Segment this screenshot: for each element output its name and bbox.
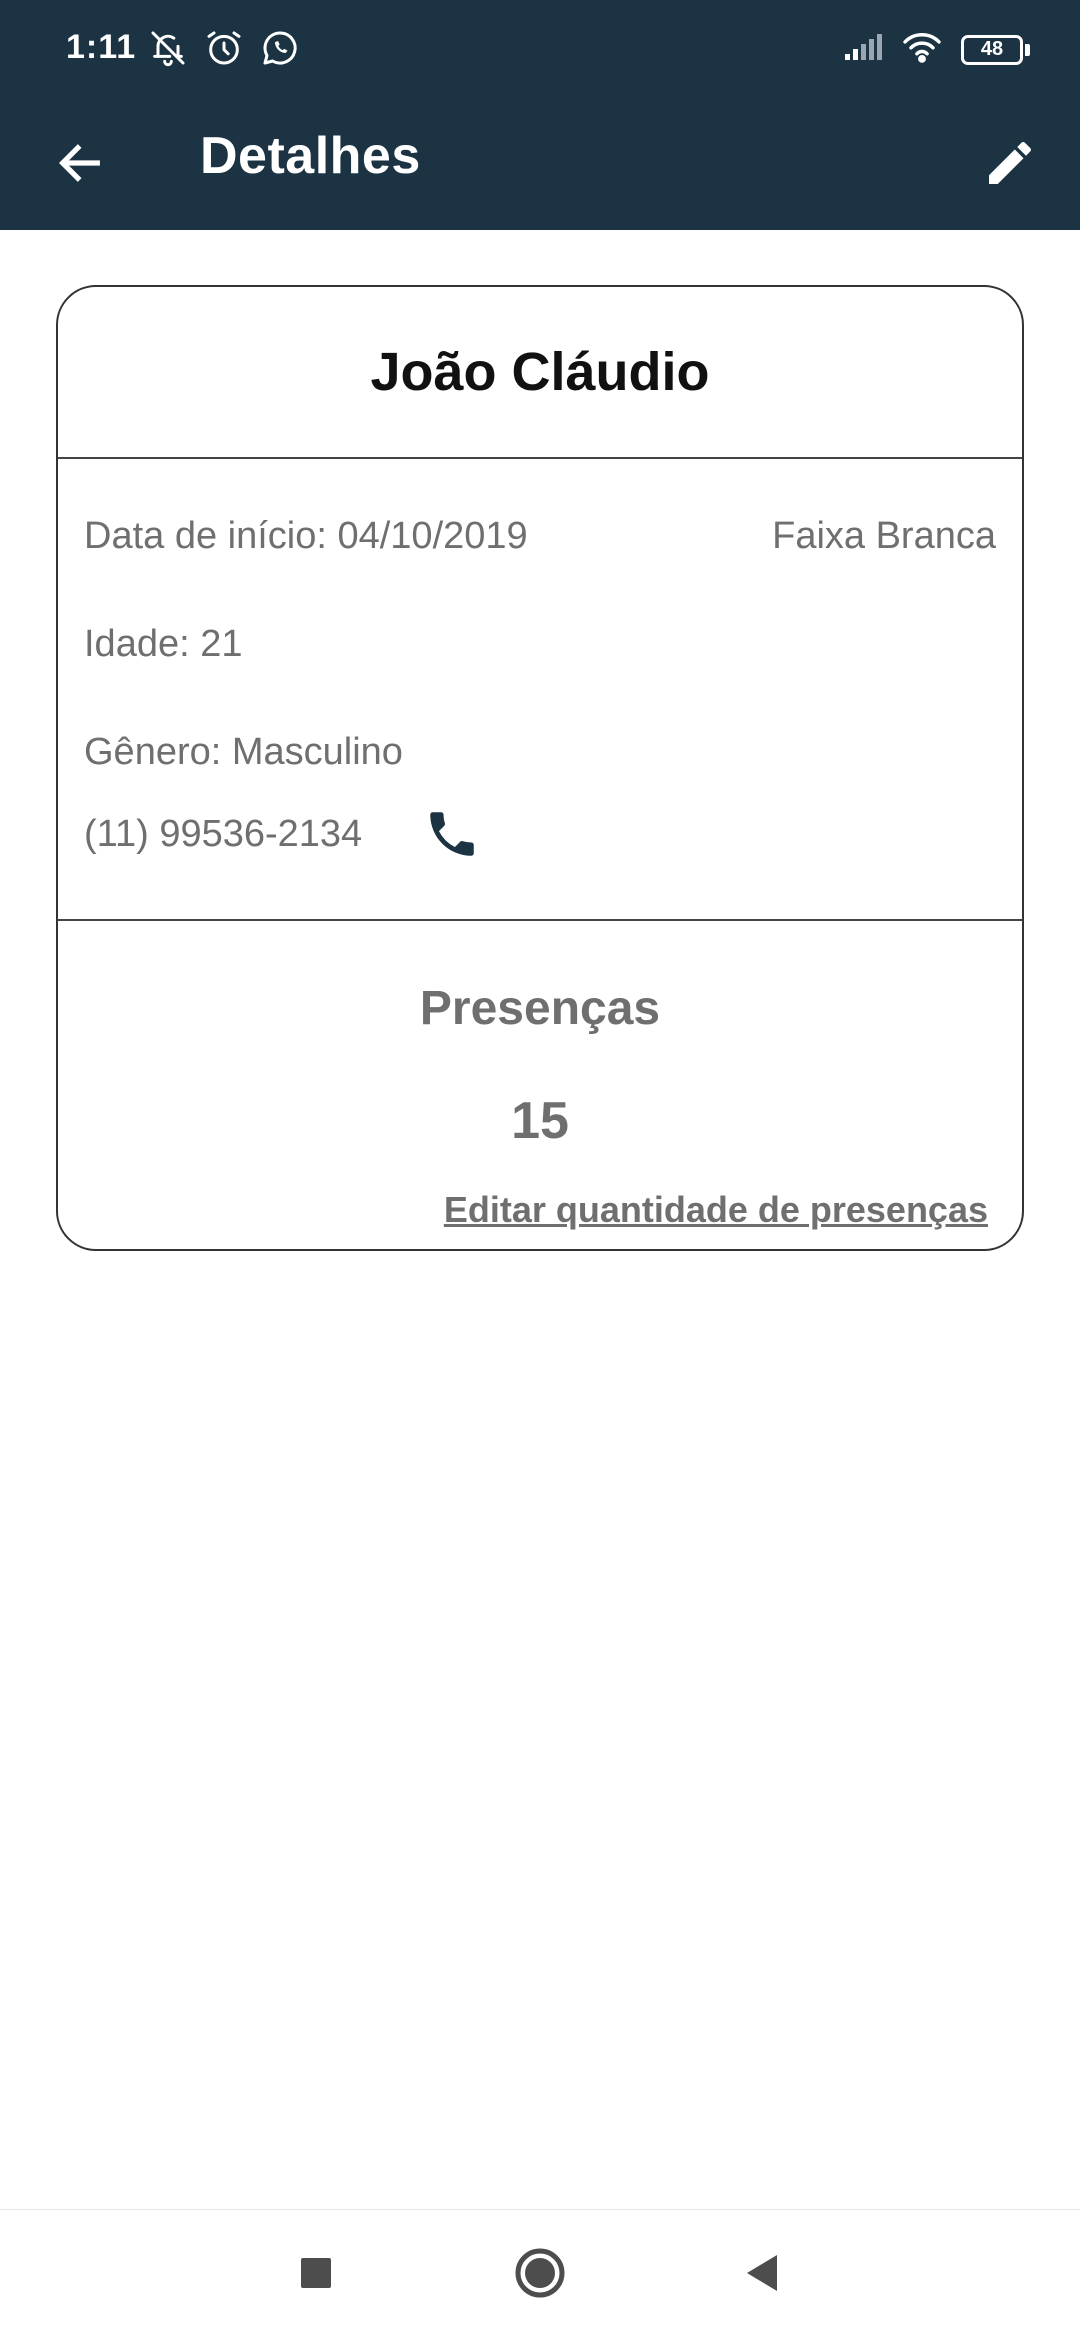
back-button[interactable] <box>40 125 120 205</box>
battery-icon: 48 <box>961 34 1030 65</box>
belt-label: Faixa Branca <box>772 515 996 557</box>
wifi-icon <box>901 30 943 69</box>
presences-count: 15 <box>511 1092 569 1150</box>
page-title: Detalhes <box>200 127 421 185</box>
home-button[interactable] <box>505 2240 575 2310</box>
status-time: 1:11 <box>66 28 137 66</box>
edit-button[interactable] <box>970 125 1050 205</box>
student-info-section: Data de início: 04/10/2019 Faixa Branca … <box>58 459 1022 921</box>
system-navigation-bar <box>0 2209 1080 2340</box>
presences-section: Presenças 15 Editar quantidade de presen… <box>58 921 1022 1249</box>
battery-tip <box>1025 43 1030 56</box>
arrow-left-icon <box>54 137 106 194</box>
phone-number: (11) 99536-2134 <box>84 812 363 855</box>
phone-row: (11) 99536-2134 <box>84 804 482 864</box>
start-date: Data de início: 04/10/2019 <box>84 515 528 557</box>
back-triangle-icon <box>743 2253 781 2298</box>
edit-presences-link[interactable]: Editar quantidade de presenças <box>444 1189 988 1231</box>
status-system-icons: 48 <box>843 30 1030 69</box>
home-circle-icon <box>514 2247 566 2304</box>
alarm-icon <box>204 28 244 73</box>
whatsapp-icon <box>260 28 300 73</box>
student-details-card: João Cláudio Data de início: 04/10/2019 … <box>56 285 1024 1251</box>
top-bar: 1:11 48 Detalhes <box>0 0 1080 230</box>
pencil-icon <box>982 135 1038 196</box>
student-name: João Cláudio <box>370 342 710 402</box>
bell-off-icon <box>148 28 188 73</box>
battery-level: 48 <box>961 34 1023 65</box>
card-header: João Cláudio <box>58 287 1022 459</box>
gender: Gênero: Masculino <box>84 731 403 773</box>
status-notification-icons <box>148 28 300 73</box>
app-bar: Detalhes <box>0 100 1080 230</box>
recents-square-icon <box>299 2256 333 2295</box>
presences-title: Presenças <box>419 982 661 1035</box>
phone-icon[interactable] <box>422 804 482 864</box>
age: Idade: 21 <box>84 623 243 665</box>
status-bar: 1:11 48 <box>0 0 1080 100</box>
recents-button[interactable] <box>281 2240 351 2310</box>
signal-icon <box>843 32 883 67</box>
system-back-button[interactable] <box>727 2240 797 2310</box>
